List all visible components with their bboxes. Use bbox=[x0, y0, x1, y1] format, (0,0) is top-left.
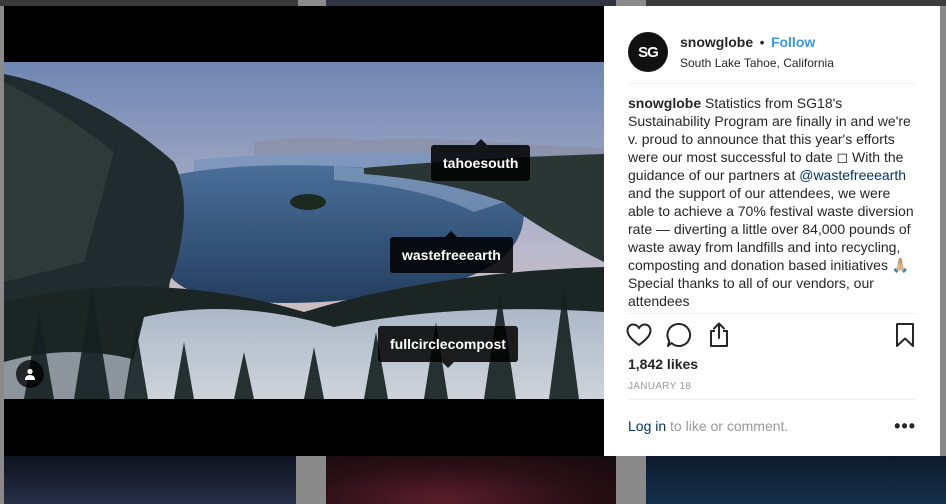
more-options-button[interactable]: ••• bbox=[894, 416, 916, 437]
follow-button[interactable]: Follow bbox=[771, 34, 815, 50]
login-prompt-text: to like or comment. bbox=[666, 418, 789, 434]
caption-text-2: and the support of our attendees, we wer… bbox=[628, 185, 914, 309]
post-modal: tahoesouth wastefreeearth fullcirclecomp… bbox=[4, 6, 940, 456]
divider bbox=[628, 83, 916, 84]
bookmark-icon bbox=[896, 323, 914, 347]
username-link[interactable]: snowglobe bbox=[680, 34, 753, 50]
feed-tile-bottom-right[interactable] bbox=[646, 456, 946, 504]
save-button[interactable] bbox=[890, 320, 920, 350]
like-button[interactable] bbox=[624, 320, 654, 350]
tag-wastefreeearth[interactable]: wastefreeearth bbox=[390, 231, 513, 273]
share-button[interactable] bbox=[704, 320, 734, 350]
heart-icon bbox=[626, 323, 652, 347]
comment-button[interactable] bbox=[664, 320, 694, 350]
avatar[interactable]: SG bbox=[628, 32, 668, 72]
login-prompt: Log in to like or comment. ••• bbox=[628, 416, 916, 438]
feed-tile-bottom-middle[interactable] bbox=[326, 456, 616, 504]
post-header: SG snowglobe • Follow South Lake Tahoe, … bbox=[628, 22, 916, 82]
location-link[interactable]: South Lake Tahoe, California bbox=[680, 56, 834, 70]
separator-dot: • bbox=[759, 34, 765, 50]
caption-username-link[interactable]: snowglobe bbox=[628, 95, 701, 111]
post-side-panel: SG snowglobe • Follow South Lake Tahoe, … bbox=[604, 6, 940, 456]
header-text: snowglobe • Follow South Lake Tahoe, Cal… bbox=[680, 34, 834, 70]
tagged-people-button[interactable] bbox=[16, 360, 44, 388]
login-link[interactable]: Log in bbox=[628, 418, 666, 434]
divider bbox=[628, 313, 916, 314]
person-icon bbox=[25, 368, 35, 380]
share-icon bbox=[710, 322, 728, 347]
likes-count[interactable]: 1,842 likes bbox=[628, 356, 698, 372]
post-media: tahoesouth wastefreeearth fullcirclecomp… bbox=[4, 6, 604, 456]
post-caption: snowglobe Statistics from SG18's Sustain… bbox=[628, 94, 916, 312]
comment-icon bbox=[666, 322, 691, 347]
post-date[interactable]: JANUARY 18 bbox=[628, 381, 691, 392]
divider bbox=[628, 399, 916, 400]
tag-fullcirclecompost[interactable]: fullcirclecompost bbox=[378, 326, 518, 368]
feed-tile-bottom-left[interactable] bbox=[4, 456, 296, 504]
action-bar bbox=[624, 320, 920, 350]
caption-mention-link[interactable]: @wastefreeearth bbox=[799, 167, 906, 183]
tag-tahoesouth[interactable]: tahoesouth bbox=[431, 139, 531, 181]
